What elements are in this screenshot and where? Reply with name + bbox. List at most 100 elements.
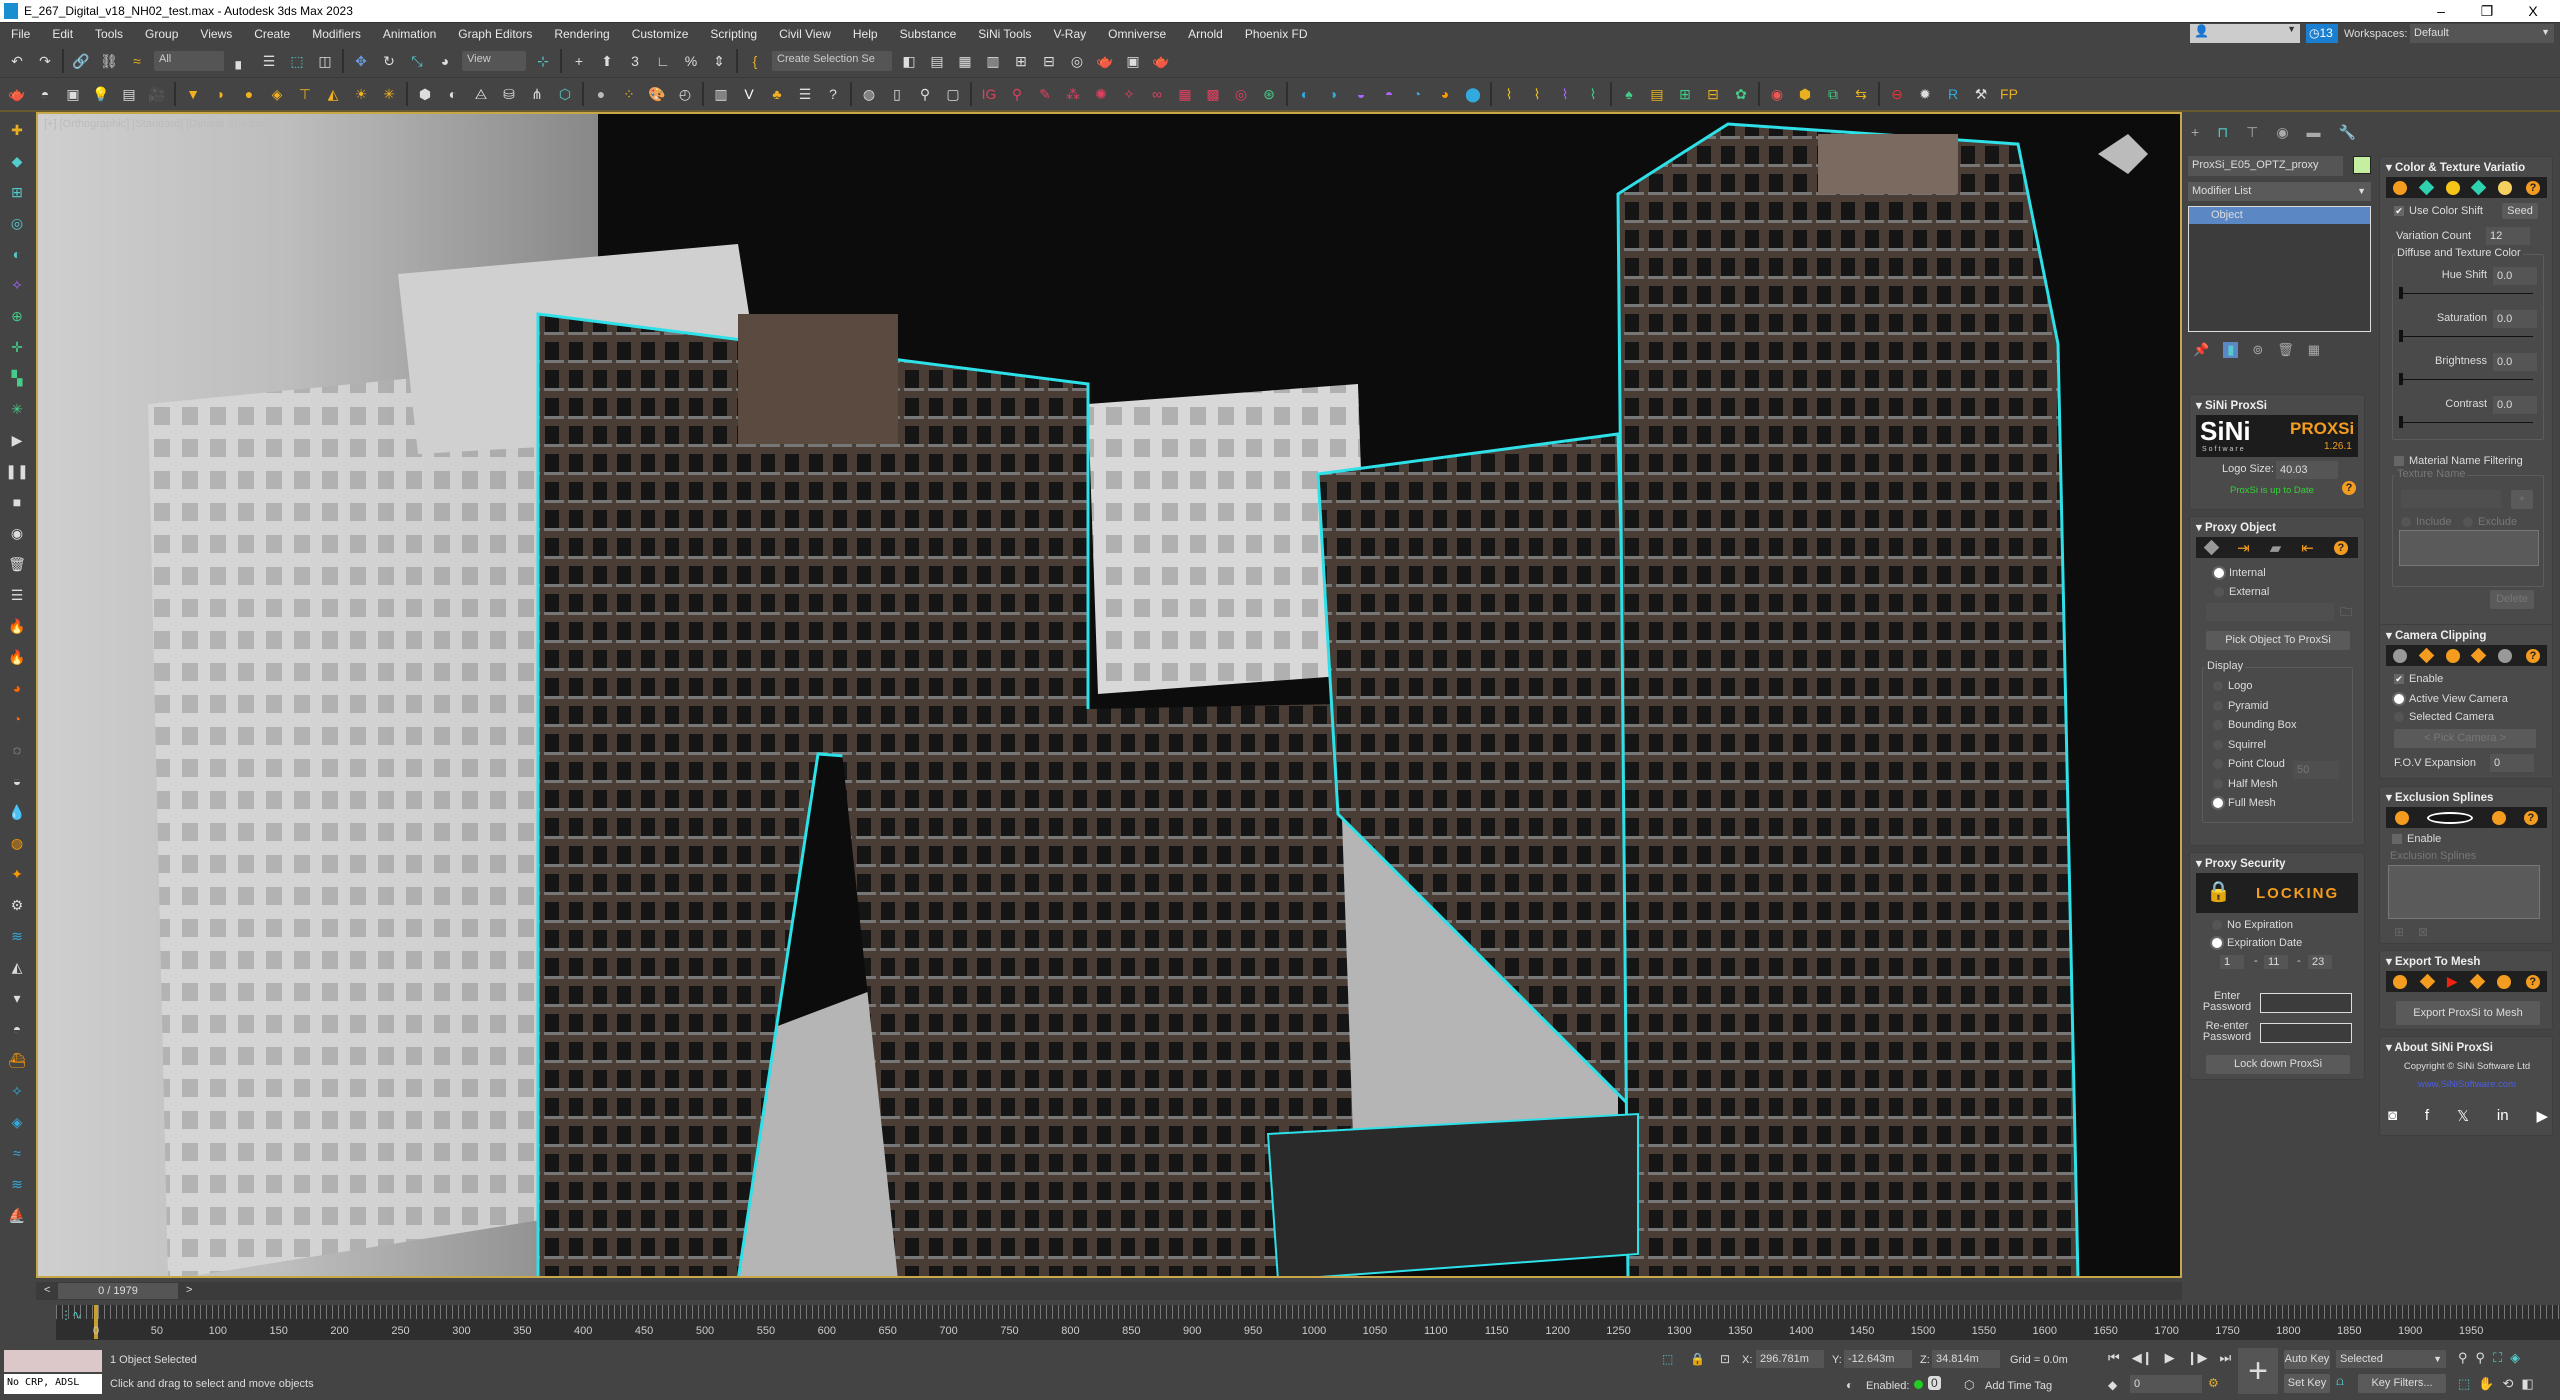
utilities-tab-icon[interactable]: 🔧 (2339, 124, 2356, 141)
remove-spline-icon[interactable]: ⊠ (2418, 925, 2428, 939)
tile-icon[interactable]: ▦ (1174, 83, 1196, 105)
menu-views[interactable]: Views (189, 27, 243, 41)
expiration-day-field[interactable]: 1 (2220, 955, 2244, 969)
key-filters-icon[interactable]: ⩍ (2336, 1374, 2344, 1389)
menu-create[interactable]: Create (243, 27, 301, 41)
viewport-label[interactable]: [+] [Orthographic] [Standard] [Default S… (44, 118, 271, 130)
use-color-shift-checkbox[interactable]: ✔ Use Color Shift (2394, 205, 2483, 217)
variation-count-spinner[interactable]: 12 (2486, 227, 2530, 245)
add-spline-icon[interactable]: ⊞ (2394, 925, 2404, 939)
menu-arnold[interactable]: Arnold (1177, 27, 1234, 41)
pool-icon[interactable]: ≋ (5, 1172, 29, 1196)
help-icon[interactable]: ? (2525, 974, 2540, 989)
saturation-field[interactable]: 0.0 (2493, 310, 2537, 328)
r-icon[interactable]: R (1942, 83, 1964, 105)
remove-modifier-icon[interactable]: 🗑 (2277, 342, 2294, 358)
clip-1-icon[interactable]: ⌇ (1498, 83, 1520, 105)
grass-icon[interactable]: ⋔ (526, 83, 548, 105)
percent-snap-icon[interactable]: ∟ (652, 50, 674, 72)
rollout-header[interactable]: ▾ Proxy Object (2196, 520, 2276, 534)
magnify-icon[interactable]: ⚲ (1006, 83, 1028, 105)
time-tag-icon[interactable]: 0 (1928, 1376, 1941, 1390)
layer-explorer-icon[interactable]: ▦ (954, 50, 976, 72)
rollout-header[interactable]: ▾ SiNi ProxSi (2196, 398, 2267, 412)
viewport-orthographic[interactable]: [+] [Orthographic] [Standard] [Default S… (36, 112, 2182, 1278)
export-icon[interactable]: ⇤ (2301, 539, 2314, 557)
stop-icon[interactable]: ■ (5, 490, 29, 514)
modifier-list-dropdown[interactable]: Modifier List ▼ (2188, 182, 2371, 201)
select-object-icon[interactable]: ▖ (230, 50, 252, 72)
pause-icon[interactable]: ❚❚ (5, 459, 29, 483)
object-name-field[interactable]: ProxSi_E05_OPTZ_proxy (2188, 156, 2343, 176)
help-icon[interactable]: ? (2526, 648, 2541, 663)
menu-modifiers[interactable]: Modifiers (301, 27, 372, 41)
tools-icon[interactable]: ⚒ (1970, 83, 1992, 105)
keyboard-shortcut-icon[interactable]: + (568, 50, 590, 72)
time-slider[interactable]: < 0 / 1979 > (36, 1282, 2182, 1300)
next-frame-button[interactable]: > (186, 1284, 192, 1296)
menu-phoenix-fd[interactable]: Phoenix FD (1234, 27, 1319, 41)
key-filters-button[interactable]: Key Filters... (2358, 1374, 2446, 1393)
texture-list[interactable] (2399, 530, 2539, 566)
x-coordinate-field[interactable]: 296.781m (1756, 1350, 1824, 1368)
enabled-indicator-icon[interactable] (1914, 1380, 1923, 1389)
select-scale-icon[interactable]: ⤡ (406, 50, 428, 72)
sini-7-icon[interactable]: ⬤ (1462, 83, 1484, 105)
volume-icon[interactable]: ⬡ (554, 83, 576, 105)
material-name-filtering-checkbox[interactable]: Material Name Filtering (2394, 455, 2523, 467)
y-coordinate-field[interactable]: -12.643m (1844, 1350, 1912, 1368)
menu-help[interactable]: Help (842, 27, 889, 41)
configure-modifier-sets-icon[interactable]: ▦ (2308, 342, 2320, 358)
help-icon[interactable]: ? (2333, 540, 2348, 555)
include-radio[interactable]: Include (2401, 516, 2451, 528)
ambient-light-icon[interactable]: ◭ (322, 83, 344, 105)
tile2-icon[interactable]: ▩ (1202, 83, 1224, 105)
active-view-camera-radio[interactable]: Active View Camera (2394, 693, 2508, 705)
wave-icon[interactable]: ≋ (5, 924, 29, 948)
add-time-tag[interactable]: Add Time Tag (1985, 1380, 2052, 1392)
expiration-month-field[interactable]: 11 (2264, 955, 2288, 969)
restore-button[interactable]: ❐ (2464, 0, 2510, 22)
add-time-tag-icon[interactable]: ⬡ (1964, 1378, 1974, 1392)
tree-icon[interactable]: ♣ (766, 83, 788, 105)
select-by-name-icon[interactable]: ☰ (258, 50, 280, 72)
facebook-icon[interactable]: f (2425, 1107, 2429, 1125)
clip-2-icon[interactable]: ⌇ (1526, 83, 1548, 105)
notes-icon[interactable]: ☰ (794, 83, 816, 105)
youtube-icon[interactable]: ▶ (2536, 1107, 2548, 1125)
window-crossing-icon[interactable]: ◫ (314, 50, 336, 72)
track-bar[interactable]: 0 50 100 150 200 250 300 350 400 450 500 550 600 650 7… (56, 1305, 2560, 1340)
linkedin-icon[interactable]: in (2497, 1107, 2509, 1125)
cup-icon[interactable]: ▾ (5, 986, 29, 1010)
help-icon[interactable]: ? (2526, 180, 2541, 195)
named-selection-dropdown[interactable]: Create Selection Se (772, 51, 892, 71)
time-slider-thumb[interactable]: 0 / 1979 (58, 1283, 178, 1299)
minimize-button[interactable]: – (2418, 0, 2464, 22)
fire-icon[interactable]: 🔥 (5, 614, 29, 638)
menu-customize[interactable]: Customize (621, 27, 700, 41)
snaps-toggle-icon[interactable]: ⬆ (596, 50, 618, 72)
menu-edit[interactable]: Edit (41, 27, 84, 41)
bulb-icon[interactable]: ◓ (5, 1017, 29, 1041)
sky-icon[interactable]: ✳ (378, 83, 400, 105)
container-icon[interactable]: ▣ (62, 83, 84, 105)
rect-selection-icon[interactable]: ⬚ (286, 50, 308, 72)
tex-icon[interactable]: ◴ (674, 83, 696, 105)
zoom-extents-all-icon[interactable]: ◈ (2510, 1350, 2520, 1366)
logo-size-spinner[interactable]: 40.03 (2276, 461, 2338, 479)
swap-icon[interactable]: ⇆ (1850, 83, 1872, 105)
render-setup-icon[interactable]: 🫖 (1094, 50, 1116, 72)
rendered-frame-icon[interactable]: ▣ (1122, 50, 1144, 72)
light-lister-icon[interactable]: 💡 (90, 83, 112, 105)
sini-3-icon[interactable]: ◒ (1350, 83, 1372, 105)
modify-icon[interactable]: ◆ (5, 149, 29, 173)
exclusion-splines-list[interactable] (2388, 865, 2540, 919)
drop-icon[interactable]: 💧 (5, 800, 29, 824)
notifications-button[interactable]: ◷13 (2306, 24, 2338, 43)
link-icon[interactable]: 🔗 (70, 50, 92, 72)
folder-icon[interactable]: 🗀 (2340, 603, 2352, 624)
help-icon[interactable]: ? (2342, 481, 2356, 495)
external-radio[interactable]: External (2214, 586, 2269, 598)
close-button[interactable]: X (2510, 0, 2556, 22)
auto-key-button[interactable]: Auto Key (2284, 1350, 2330, 1369)
